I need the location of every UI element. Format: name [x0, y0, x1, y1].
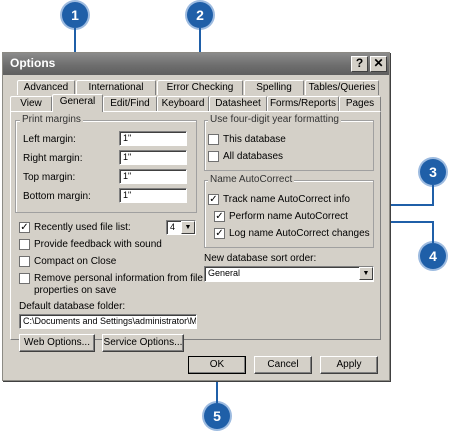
general-tab-panel: Print margins Left margin: 1" Right marg…	[10, 111, 381, 352]
four-digit-year-title: Use four-digit year formatting	[208, 114, 341, 125]
web-options-button[interactable]: Web Options...	[19, 334, 95, 352]
tab-label: View	[20, 98, 42, 109]
this-database-checkbox[interactable]	[208, 134, 219, 145]
tab-datasheet[interactable]: Datasheet	[209, 96, 267, 111]
tab-spelling[interactable]: Spelling	[244, 80, 304, 95]
remove-personal-info-label: Remove personal information from file	[34, 273, 203, 284]
default-folder-label: Default database folder:	[19, 301, 126, 312]
recent-files-checkbox[interactable]: ✓	[19, 222, 30, 233]
tab-label: Edit/Find	[110, 98, 150, 109]
tab-label: Advanced	[23, 82, 69, 93]
tab-label: General	[59, 96, 96, 107]
compact-on-close-label: Compact on Close	[34, 256, 117, 267]
perform-autocorrect-label: Perform name AutoCorrect	[229, 211, 348, 222]
tab-pages[interactable]: Pages	[339, 96, 381, 111]
callout-4-leader-vertical	[432, 221, 434, 243]
tab-label: Datasheet	[215, 98, 261, 109]
tab-international[interactable]: International	[76, 80, 156, 95]
all-databases-label: All databases	[223, 151, 284, 162]
cancel-button[interactable]: Cancel	[254, 356, 312, 374]
tab-label: Error Checking	[166, 82, 234, 93]
callout-3: 3	[420, 159, 446, 185]
tab-label: Pages	[345, 98, 375, 109]
all-databases-checkbox[interactable]	[208, 151, 219, 162]
title-bar: Options ? ✕	[3, 53, 389, 75]
options-dialog: Options ? ✕ Advanced International Error…	[2, 52, 390, 381]
log-autocorrect-label: Log name AutoCorrect changes	[229, 228, 370, 239]
callout-5: 5	[204, 403, 230, 429]
sort-order-dropdown-icon[interactable]: ▼	[359, 267, 373, 280]
apply-button[interactable]: Apply	[320, 356, 378, 374]
remove-personal-info-checkbox[interactable]	[19, 273, 30, 284]
tab-advanced[interactable]: Advanced	[17, 80, 75, 95]
tab-label: Spelling	[256, 82, 292, 93]
service-options-button[interactable]: Service Options...	[102, 334, 184, 352]
top-margin-field[interactable]: 1"	[119, 169, 187, 184]
remove-personal-info-label-line2: properties on save	[34, 285, 117, 296]
tab-general[interactable]: General	[52, 94, 103, 112]
log-autocorrect-checkbox[interactable]: ✓	[214, 228, 225, 239]
tab-edit-find[interactable]: Edit/Find	[103, 96, 157, 111]
tab-label: Keyboard	[161, 98, 205, 109]
default-folder-field[interactable]: C:\Documents and Settings\administrator\…	[19, 314, 197, 329]
name-autocorrect-title: Name AutoCorrect	[208, 174, 295, 185]
sort-order-label: New database sort order:	[204, 253, 317, 264]
bottom-margin-field[interactable]: 1"	[119, 188, 187, 203]
recent-files-label: Recently used file list:	[34, 222, 131, 233]
close-icon[interactable]: ✕	[370, 56, 387, 72]
tab-tables-queries[interactable]: Tables/Queries	[305, 80, 379, 95]
ok-button[interactable]: OK	[188, 356, 246, 374]
callout-2: 2	[187, 2, 213, 28]
feedback-sound-label: Provide feedback with sound	[34, 239, 162, 250]
right-margin-label: Right margin:	[23, 153, 83, 164]
track-autocorrect-checkbox[interactable]: ✓	[208, 194, 219, 205]
top-margin-label: Top margin:	[23, 172, 76, 183]
four-digit-year-group	[204, 120, 374, 171]
print-margins-title: Print margins	[20, 114, 83, 125]
perform-autocorrect-checkbox[interactable]: ✓	[214, 211, 225, 222]
right-margin-field[interactable]: 1"	[119, 150, 187, 165]
bottom-margin-label: Bottom margin:	[23, 191, 91, 202]
tab-keyboard[interactable]: Keyboard	[157, 96, 209, 111]
left-margin-field[interactable]: 1"	[119, 131, 187, 146]
window-title: Options	[10, 56, 56, 70]
left-margin-label: Left margin:	[23, 134, 76, 145]
help-button[interactable]: ?	[351, 56, 368, 72]
sort-order-select[interactable]: General	[204, 266, 374, 282]
callout-4: 4	[420, 243, 446, 269]
callout-3-leader-vertical	[432, 185, 434, 206]
tab-label: Forms/Reports	[269, 98, 337, 109]
tab-error-checking[interactable]: Error Checking	[157, 80, 243, 95]
feedback-sound-checkbox[interactable]	[19, 239, 30, 250]
tab-label: International	[88, 82, 144, 93]
recent-files-dropdown-icon[interactable]: ▼	[181, 221, 195, 234]
tab-view[interactable]: View	[10, 96, 52, 111]
callout-1: 1	[62, 2, 88, 28]
this-database-label: This database	[223, 134, 286, 145]
compact-on-close-checkbox[interactable]	[19, 256, 30, 267]
tab-forms-reports[interactable]: Forms/Reports	[267, 96, 339, 111]
tab-label: Tables/Queries	[308, 82, 376, 93]
track-autocorrect-label: Track name AutoCorrect info	[223, 194, 350, 205]
